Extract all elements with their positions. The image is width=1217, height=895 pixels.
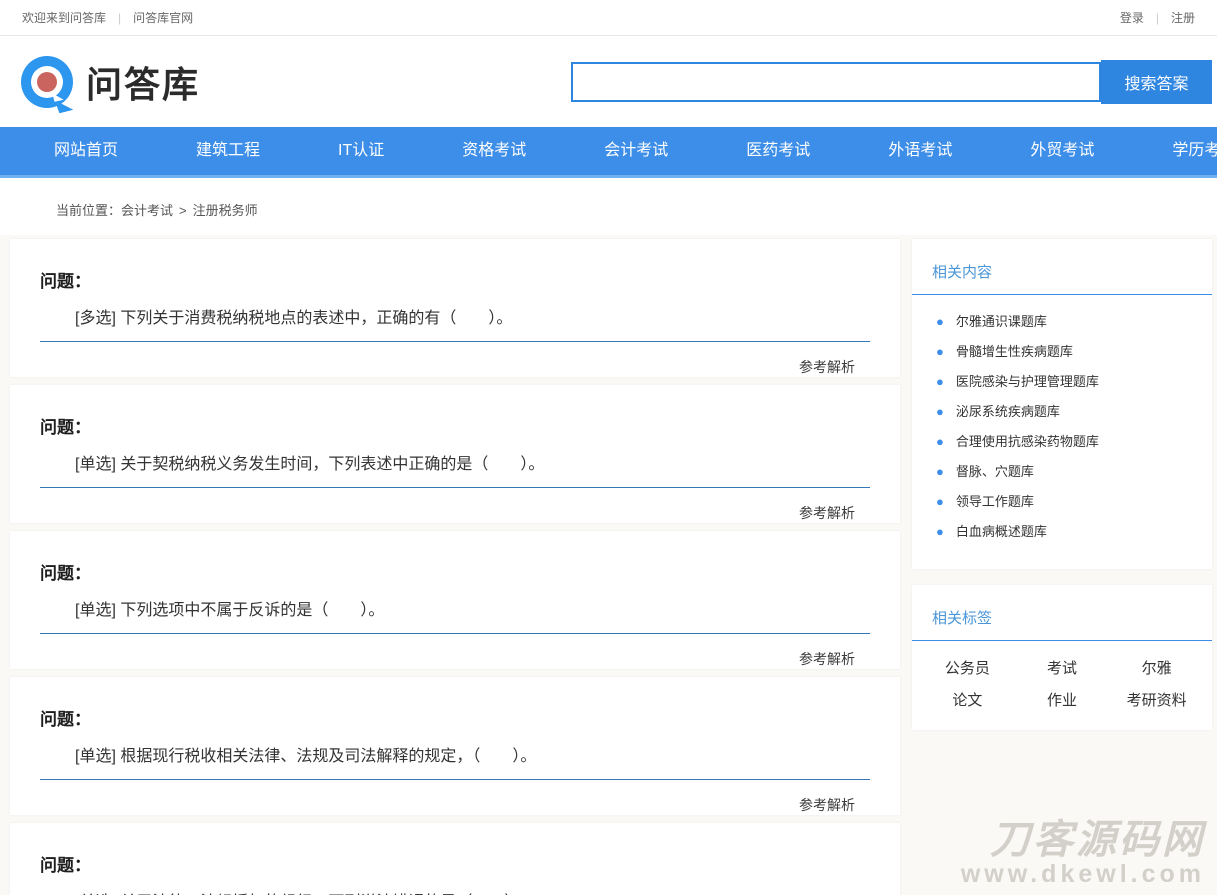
question-link[interactable]: [单选] 关于契税纳税义务发生时间，下列表述中正确的是（ ）。 <box>75 450 870 474</box>
tag-grid: 公务员 考试 尔雅 论文 作业 考研资料 <box>912 641 1212 730</box>
related-content-item[interactable]: ●医院感染与护理管理题库 <box>936 371 1202 390</box>
auth-divider: | <box>1156 11 1159 25</box>
question-label: 问题： <box>40 559 900 584</box>
official-site-link[interactable]: 问答库官网 <box>133 9 193 26</box>
reference-analysis-link[interactable]: 参考解析 <box>10 795 855 815</box>
tag-link[interactable]: 作业 <box>1015 689 1110 710</box>
search-bar: 搜索答案 <box>571 60 1212 104</box>
related-content-item[interactable]: ●督脉、穴题库 <box>936 461 1202 480</box>
question-link[interactable]: [单选] 根据现行税收相关法律、法规及司法解释的规定，（ ）。 <box>75 742 870 766</box>
nav-item-it-cert[interactable]: IT认证 <box>314 127 408 175</box>
nav-item-academic[interactable]: 学历考试 <box>1148 127 1217 175</box>
register-link[interactable]: 注册 <box>1171 9 1195 26</box>
reference-analysis-link[interactable]: 参考解析 <box>10 503 855 523</box>
question-divider <box>40 633 870 634</box>
related-content-item[interactable]: ●泌尿系统疾病题库 <box>936 401 1202 420</box>
welcome-text: 欢迎来到问答库 <box>22 9 106 26</box>
nav-item-foreign-trade[interactable]: 外贸考试 <box>1006 127 1118 175</box>
logo-speech-bubble-icon <box>20 54 76 110</box>
related-tags-panel: 相关标签 公务员 考试 尔雅 论文 作业 考研资料 <box>912 585 1212 730</box>
search-answers-button[interactable]: 搜索答案 <box>1101 60 1212 104</box>
related-content-list: ●尔雅通识课题库 ●骨髓增生性疾病题库 ●医院感染与护理管理题库 ●泌尿系统疾病… <box>912 295 1212 569</box>
question-link[interactable]: [多选] 下列关于消费税纳税地点的表述中，正确的有（ ）。 <box>75 304 870 328</box>
reference-analysis-link[interactable]: 参考解析 <box>10 649 855 669</box>
question-label: 问题： <box>40 413 900 438</box>
question-card: 问题： [单选] 根据现行税收相关法律、法规及司法解释的规定，（ ）。 参考解析 <box>10 677 900 815</box>
related-content-item[interactable]: ●白血病概述题库 <box>936 521 1202 540</box>
question-label: 问题： <box>40 851 900 876</box>
breadcrumb-separator: > <box>179 203 187 218</box>
breadcrumb: 当前位置：会计考试 > 注册税务师 <box>0 178 1217 235</box>
question-divider <box>40 779 870 780</box>
tag-link[interactable]: 论文 <box>920 689 1015 710</box>
nav-item-accounting[interactable]: 会计考试 <box>580 127 692 175</box>
breadcrumb-current: 注册税务师 <box>193 203 258 218</box>
question-divider <box>40 487 870 488</box>
bullet-icon: ● <box>936 494 944 509</box>
question-label: 问题： <box>40 267 900 292</box>
question-label: 问题： <box>40 705 900 730</box>
tag-link[interactable]: 考研资料 <box>1109 689 1204 710</box>
search-input[interactable] <box>571 62 1101 102</box>
topbar-divider: | <box>118 11 121 25</box>
bullet-icon: ● <box>936 434 944 449</box>
question-divider <box>40 341 870 342</box>
bullet-icon: ● <box>936 314 944 329</box>
related-content-item[interactable]: ●合理使用抗感染药物题库 <box>936 431 1202 450</box>
reference-analysis-link[interactable]: 参考解析 <box>10 357 855 377</box>
bullet-icon: ● <box>936 524 944 539</box>
question-card: 问题： [单选] 关于契税纳税义务发生时间，下列表述中正确的是（ ）。 参考解析 <box>10 385 900 523</box>
login-link[interactable]: 登录 <box>1120 9 1144 26</box>
question-card: 问题： [单选] 下列选项中不属于反诉的是（ ）。 参考解析 <box>10 531 900 669</box>
related-content-item[interactable]: ●骨髓增生性疾病题库 <box>936 341 1202 360</box>
sidebar: 相关内容 ●尔雅通识课题库 ●骨髓增生性疾病题库 ●医院感染与护理管理题库 ●泌… <box>912 239 1212 746</box>
logo-text: 问答库 <box>86 56 200 108</box>
question-card: 问题： [多选] 下列关于消费税纳税地点的表述中，正确的有（ ）。 参考解析 <box>10 239 900 377</box>
related-content-item[interactable]: ●尔雅通识课题库 <box>936 311 1202 330</box>
tag-link[interactable]: 尔雅 <box>1109 657 1204 678</box>
nav-item-construction[interactable]: 建筑工程 <box>172 127 284 175</box>
breadcrumb-prefix: 当前位置： <box>56 203 121 218</box>
site-header: 问答库 搜索答案 <box>0 36 1217 127</box>
bullet-icon: ● <box>936 344 944 359</box>
site-logo[interactable]: 问答库 <box>20 54 200 110</box>
main-nav: 网站首页 建筑工程 IT认证 资格考试 会计考试 医药考试 外语考试 外贸考试 … <box>0 127 1217 178</box>
related-content-title: 相关内容 <box>912 239 1212 294</box>
question-list: 问题： [多选] 下列关于消费税纳税地点的表述中，正确的有（ ）。 参考解析 问… <box>10 239 900 895</box>
related-content-item[interactable]: ●领导工作题库 <box>936 491 1202 510</box>
bullet-icon: ● <box>936 404 944 419</box>
tag-link[interactable]: 考试 <box>1015 657 1110 678</box>
page: 欢迎来到问答库 | 问答库官网 登录 | 注册 问答库 搜索答案 网站首页 建筑… <box>0 0 1217 895</box>
bullet-icon: ● <box>936 464 944 479</box>
related-tags-title: 相关标签 <box>912 585 1212 640</box>
question-card: 问题： [单选] 关于法律、法规授权的组织，下列说法错误的是（ ）。 参考解析 <box>10 823 900 895</box>
nav-item-medical[interactable]: 医药考试 <box>722 127 834 175</box>
tag-link[interactable]: 公务员 <box>920 657 1015 678</box>
nav-item-qualification[interactable]: 资格考试 <box>438 127 550 175</box>
question-link[interactable]: [单选] 下列选项中不属于反诉的是（ ）。 <box>75 596 870 620</box>
nav-item-home[interactable]: 网站首页 <box>30 127 142 175</box>
content-area: 问题： [多选] 下列关于消费税纳税地点的表述中，正确的有（ ）。 参考解析 问… <box>0 235 1217 895</box>
question-link[interactable]: [单选] 关于法律、法规授权的组织，下列说法错误的是（ ）。 <box>75 888 870 895</box>
breadcrumb-category-link[interactable]: 会计考试 <box>121 203 173 218</box>
bullet-icon: ● <box>936 374 944 389</box>
nav-item-foreign-language[interactable]: 外语考试 <box>864 127 976 175</box>
related-content-panel: 相关内容 ●尔雅通识课题库 ●骨髓增生性疾病题库 ●医院感染与护理管理题库 ●泌… <box>912 239 1212 569</box>
top-utility-bar: 欢迎来到问答库 | 问答库官网 登录 | 注册 <box>0 0 1217 36</box>
